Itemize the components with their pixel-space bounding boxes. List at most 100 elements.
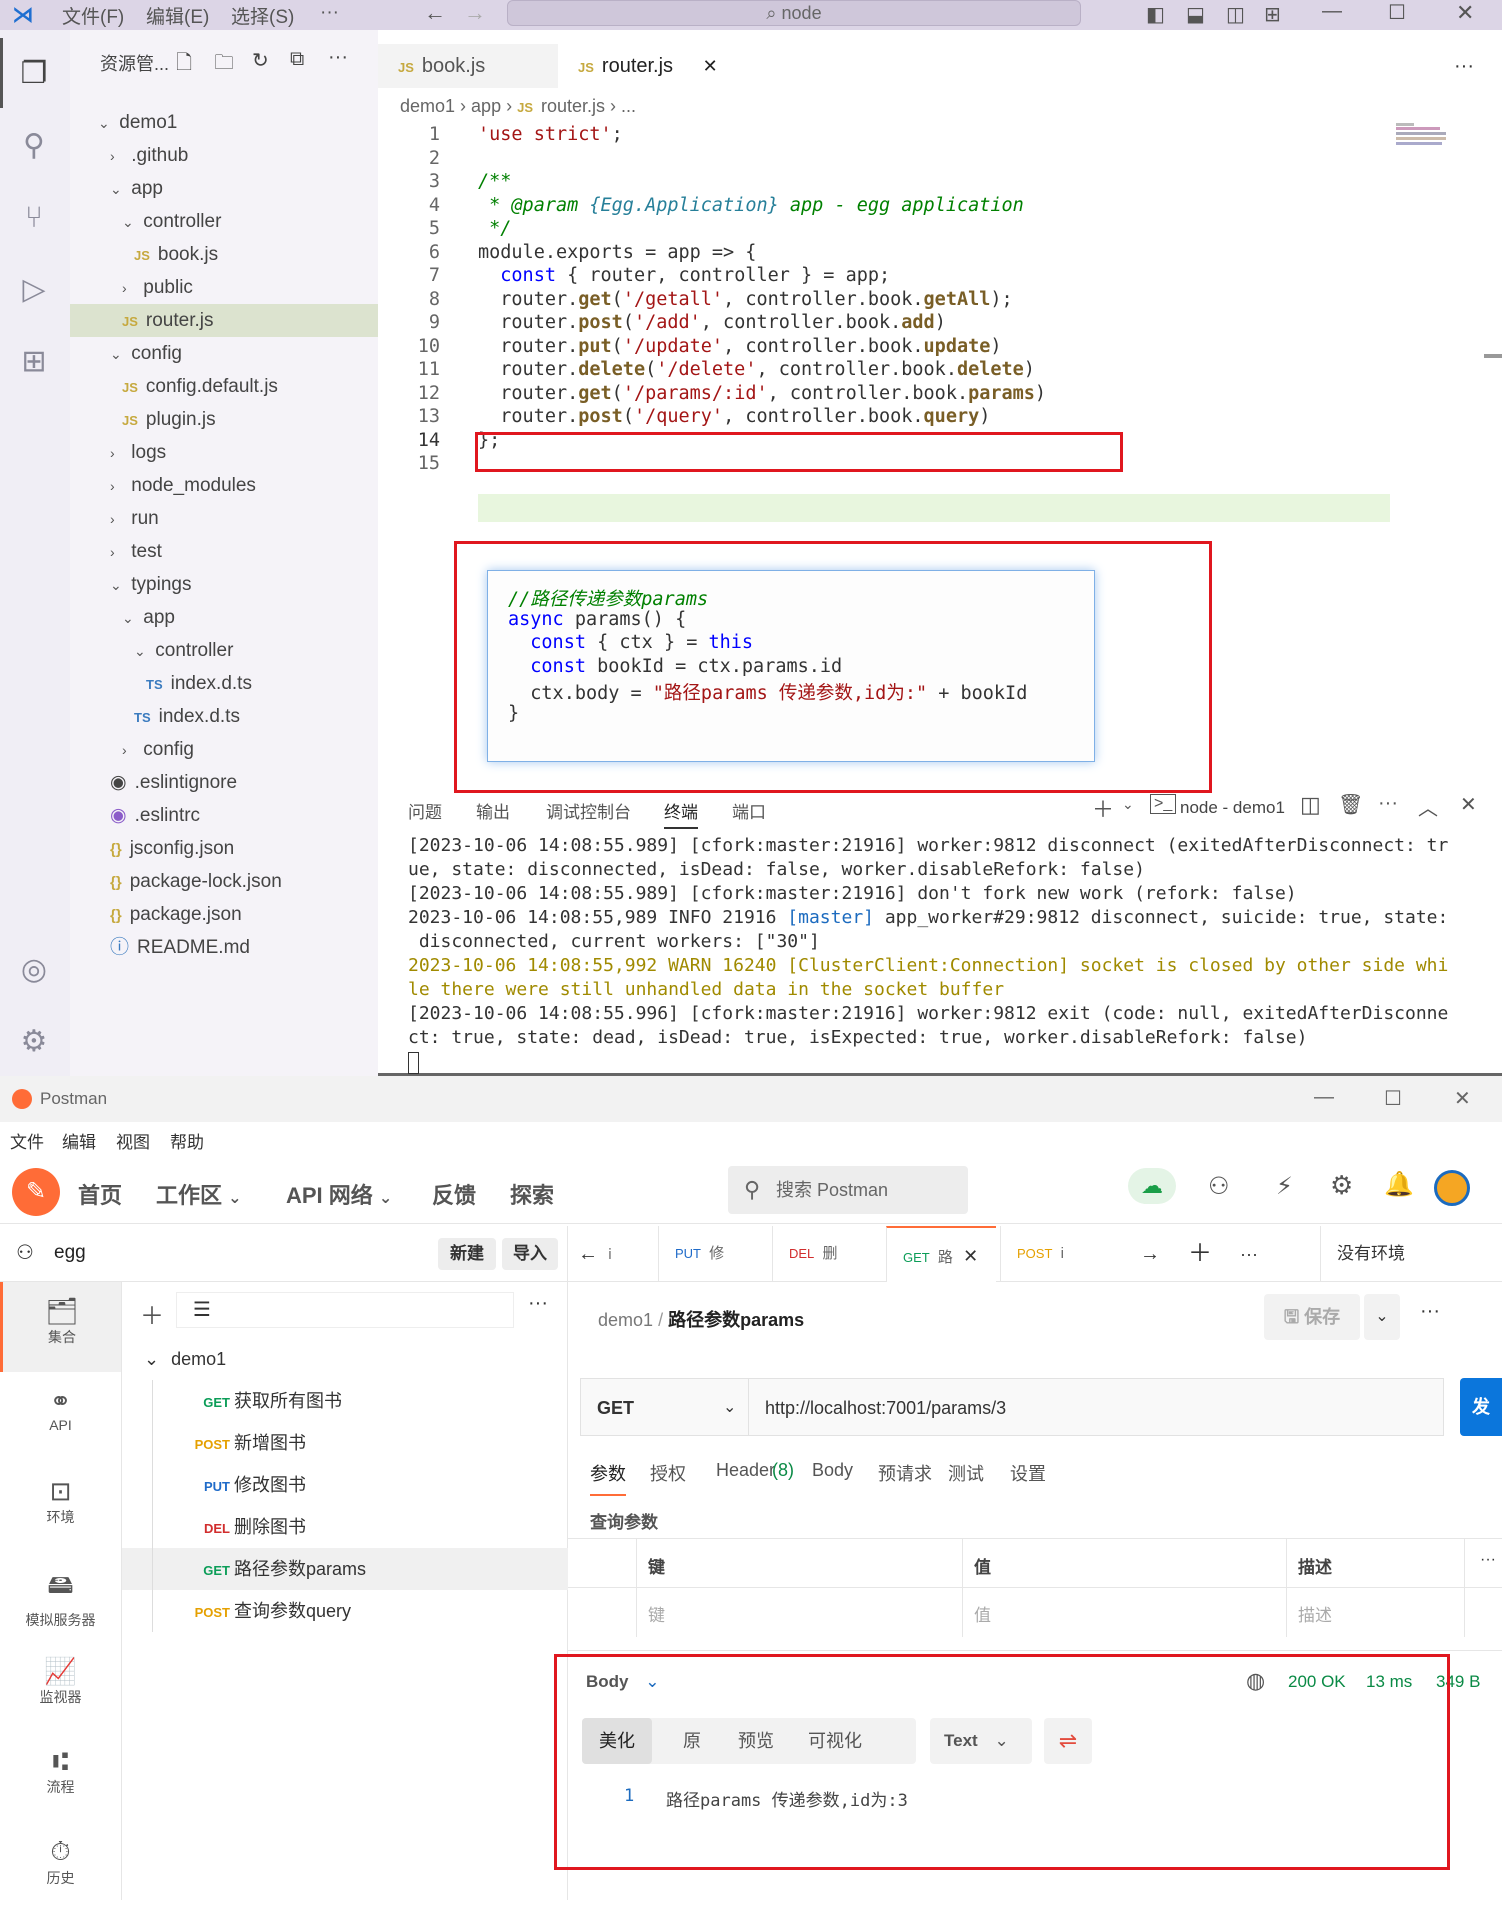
trash-icon[interactable]: 🗑	[1338, 792, 1363, 817]
tree-item[interactable]: ⌄ app	[70, 601, 378, 634]
panel-more-icon[interactable]: ···	[1378, 792, 1398, 815]
tab-auth[interactable]: 授权	[650, 1460, 686, 1486]
breadcrumb-app[interactable]: app	[471, 96, 501, 116]
menu-edit[interactable]: 编辑(E)	[146, 2, 209, 29]
crumb-parent[interactable]: demo1	[598, 1310, 653, 1330]
tree-item[interactable]: › public	[70, 271, 378, 304]
tree-item[interactable]: {} jsconfig.json	[70, 832, 378, 865]
workspace-name[interactable]: egg	[54, 1242, 86, 1264]
leftbar-item[interactable]: ⚭ API	[0, 1372, 121, 1462]
tab-close-icon[interactable]: ✕	[703, 56, 718, 76]
code-line[interactable]: router.get('/getall', controller.book.ge…	[478, 289, 1012, 310]
panel-tab-debug[interactable]: 调试控制台	[546, 798, 631, 823]
nav-api-network[interactable]: API 网络 ⌄	[286, 1178, 392, 1210]
pm-menu-file[interactable]: 文件	[10, 1128, 44, 1153]
save-button[interactable]: 🖫 保存	[1264, 1294, 1360, 1340]
layout-custom-icon[interactable]: ⊞	[1264, 2, 1281, 27]
pm-menu-edit[interactable]: 编辑	[62, 1128, 96, 1153]
code-line[interactable]: router.delete('/delete', controller.book…	[478, 359, 1035, 380]
col-more-icon[interactable]: ···	[1480, 1551, 1496, 1569]
new-button[interactable]: 新建	[438, 1238, 496, 1270]
breadcrumb-more[interactable]: ...	[621, 96, 636, 116]
nav-workspaces[interactable]: 工作区 ⌄	[156, 1178, 242, 1210]
nav-explore[interactable]: 探索	[510, 1178, 554, 1210]
tab-headers-count[interactable]: (8)	[772, 1460, 794, 1481]
tabs-more-icon[interactable]: ···	[1240, 1226, 1258, 1282]
nav-feedback[interactable]: 反馈	[432, 1178, 476, 1210]
value-input[interactable]: 值	[974, 1601, 991, 1626]
tab-headers[interactable]: Header	[716, 1460, 775, 1481]
postman-search[interactable]: ⚲ 搜索 Postman	[728, 1166, 968, 1214]
request-item[interactable]: GET 路径参数params	[122, 1548, 568, 1590]
request-tab[interactable]: POST i	[1000, 1226, 1110, 1282]
maximize-panel-icon[interactable]: ︿	[1418, 792, 1438, 821]
tree-item[interactable]: › test	[70, 535, 378, 568]
request-item[interactable]: GET 获取所有图书	[122, 1380, 568, 1422]
panel-tab-output[interactable]: 输出	[476, 798, 510, 823]
leftbar-item[interactable]: 🗂 集合	[0, 1282, 121, 1372]
request-item[interactable]: POST 新增图书	[122, 1422, 568, 1464]
extensions-icon[interactable]: ⊞	[14, 342, 54, 382]
tree-item[interactable]: JS config.default.js	[70, 370, 378, 403]
layout-sidebar-icon[interactable]: ◧	[1146, 2, 1165, 27]
tree-more-icon[interactable]: ···	[528, 1292, 548, 1315]
satellite-icon[interactable]: ⚡	[1276, 1172, 1293, 1201]
maximize-icon[interactable]: ☐	[1384, 1086, 1402, 1111]
code-line[interactable]: router.get('/params/:id', controller.boo…	[478, 383, 1046, 404]
tab-tests[interactable]: 测试	[948, 1460, 984, 1486]
method-selector[interactable]: GET ⌄	[580, 1378, 748, 1436]
tree-item[interactable]: › config	[70, 733, 378, 766]
code-line[interactable]: 'use strict';	[478, 124, 623, 145]
tab-params[interactable]: 参数	[590, 1460, 626, 1496]
settings-gear-icon[interactable]: ⚙	[1330, 1170, 1353, 1201]
tab-close-icon[interactable]: ✕	[963, 1246, 978, 1266]
send-button[interactable]: 发	[1460, 1378, 1502, 1436]
avatar[interactable]	[1434, 1170, 1470, 1206]
add-collection-icon[interactable]: ＋	[140, 1296, 164, 1331]
refresh-icon[interactable]: ↻	[252, 48, 269, 73]
environment-selector[interactable]: 没有环境	[1320, 1226, 1405, 1282]
code-line[interactable]: module.exports = app => {	[478, 242, 756, 263]
terminal-output[interactable]: [2023-10-06 14:08:55.989] [cfork:master:…	[408, 834, 1472, 1050]
accounts-icon[interactable]: ◎	[14, 950, 54, 990]
tree-item[interactable]: ◉ .eslintignore	[70, 766, 378, 799]
tree-item[interactable]: ⓘ README.md	[70, 931, 378, 964]
collection-folder[interactable]: ⌄ demo1	[122, 1338, 568, 1380]
terminal-name[interactable]: node - demo1	[1180, 798, 1285, 818]
tab-body[interactable]: Body	[812, 1460, 853, 1481]
code-line[interactable]: router.put('/update', controller.book.up…	[478, 336, 1001, 357]
tree-item[interactable]: ⌄ demo1	[70, 106, 378, 139]
tab-scroll-right-icon[interactable]: →	[1140, 1226, 1160, 1282]
tree-item[interactable]: {} package-lock.json	[70, 865, 378, 898]
minimize-icon[interactable]: —	[1314, 1086, 1334, 1109]
request-item[interactable]: DEL 删除图书	[122, 1506, 568, 1548]
tree-item[interactable]: {} package.json	[70, 898, 378, 931]
invite-user-icon[interactable]: ⚇	[1208, 1172, 1230, 1201]
source-control-icon[interactable]: ⑂	[14, 198, 54, 238]
tree-item[interactable]: ⌄ app	[70, 172, 378, 205]
nav-home[interactable]: 首页	[78, 1178, 122, 1210]
tree-item[interactable]: JS book.js	[70, 238, 378, 271]
new-file-icon[interactable]: 🗋	[176, 48, 192, 82]
editor-more-icon[interactable]: ···	[1454, 44, 1474, 88]
search-icon[interactable]: ⚲	[14, 126, 54, 166]
more-actions-icon[interactable]: ···	[328, 46, 348, 69]
nav-back-icon[interactable]: ←	[424, 0, 446, 26]
code-line[interactable]: router.post('/query', controller.book.qu…	[478, 406, 990, 427]
crumb-current[interactable]: 路径参数params	[668, 1310, 804, 1330]
maximize-icon[interactable]: ☐	[1388, 0, 1406, 25]
request-tab[interactable]: PUT 修	[658, 1226, 768, 1282]
command-center-search[interactable]: ⌕ node	[507, 0, 1081, 26]
tree-item[interactable]: JS router.js	[70, 304, 378, 337]
explorer-icon[interactable]: ❐	[14, 54, 54, 94]
save-dropdown[interactable]: ⌄	[1364, 1294, 1400, 1340]
code-editor[interactable]: 1 'use strict'; 2 3 /** 4 * @param {Egg.Appli…	[378, 124, 1502, 534]
leftbar-item[interactable]: ⊡ 环境	[0, 1462, 121, 1552]
close-panel-icon[interactable]: ✕	[1460, 792, 1477, 817]
panel-tab-ports[interactable]: 端口	[732, 798, 766, 823]
request-item[interactable]: POST 查询参数query	[122, 1590, 568, 1632]
code-line[interactable]: * @param {Egg.Application} app - egg app…	[478, 195, 1024, 216]
tree-item[interactable]: JS plugin.js	[70, 403, 378, 436]
leftbar-item[interactable]: 🖴 模拟服务器	[0, 1552, 121, 1642]
panel-tab-problems[interactable]: 问题	[408, 798, 442, 823]
